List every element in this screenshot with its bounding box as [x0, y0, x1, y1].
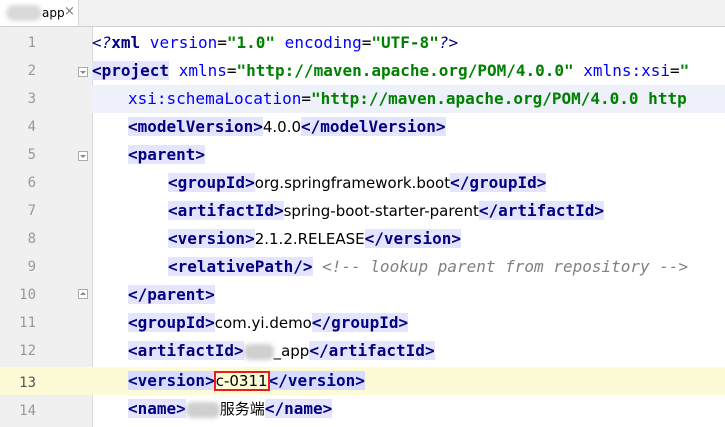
code-line-11: <groupId>com.yi.demo</groupId>: [128, 313, 409, 332]
line-number: 3: [27, 91, 36, 107]
redacted-text: [185, 401, 220, 418]
code-line-7: <artifactId>spring-boot-starter-parent</…: [168, 201, 605, 220]
fold-marker-icon[interactable]: [78, 151, 88, 161]
code-line-3: xsi:schemaLocation="http://maven.apache.…: [92, 85, 725, 113]
code-line-12: <artifactId> _app</artifactId>: [128, 341, 435, 360]
code-line-4: <modelVersion>4.0.0</modelVersion>: [128, 117, 446, 136]
code-line-13: <version>c-0311</version>: [92, 367, 725, 395]
line-number: 14: [19, 403, 36, 419]
line-number: 6: [27, 175, 36, 191]
code-line-2: <project xmlns="http://maven.apache.org/…: [92, 61, 690, 80]
tab-app[interactable]: app ×: [0, 0, 79, 26]
editor-tab-bar: app ×: [0, 0, 725, 27]
line-number: 4: [27, 119, 36, 135]
code-line-6: <groupId>org.springframework.boot</group…: [168, 173, 547, 192]
line-number: 2: [27, 63, 36, 79]
code-line-14: <name> 服务端</name>: [128, 399, 333, 418]
line-number: 1: [27, 35, 36, 51]
code-line-10: </parent>: [128, 285, 215, 304]
tab-label: app: [42, 6, 65, 20]
fold-marker-icon[interactable]: [78, 289, 88, 299]
fold-marker-icon[interactable]: [78, 67, 88, 77]
line-number: 8: [27, 231, 36, 247]
line-number: 7: [27, 203, 36, 219]
code-line-1: <?xml version="1.0" encoding="UTF-8"?>: [92, 33, 459, 52]
line-number: 12: [19, 343, 36, 359]
line-number: 10: [19, 287, 36, 303]
file-icon: [6, 5, 42, 21]
code-line-9: <relativePath/> <!-- lookup parent from …: [168, 257, 689, 276]
line-number: 11: [19, 315, 36, 331]
line-number: 9: [27, 259, 36, 275]
highlighted-version-value: c-0311: [213, 371, 270, 391]
code-editor[interactable]: <?xml version="1.0" encoding="UTF-8"?> <…: [92, 27, 725, 427]
code-line-5: <parent>: [128, 145, 206, 164]
line-number: 5: [27, 147, 36, 163]
line-number-gutter: 1 2 3 4 5 6 7 8 9 10 11 12 13 14: [0, 27, 111, 427]
line-number: 13: [19, 375, 36, 391]
close-icon[interactable]: ×: [64, 4, 75, 19]
redacted-text: [243, 343, 274, 360]
code-line-8: <version>2.1.2.RELEASE</version>: [168, 229, 461, 248]
